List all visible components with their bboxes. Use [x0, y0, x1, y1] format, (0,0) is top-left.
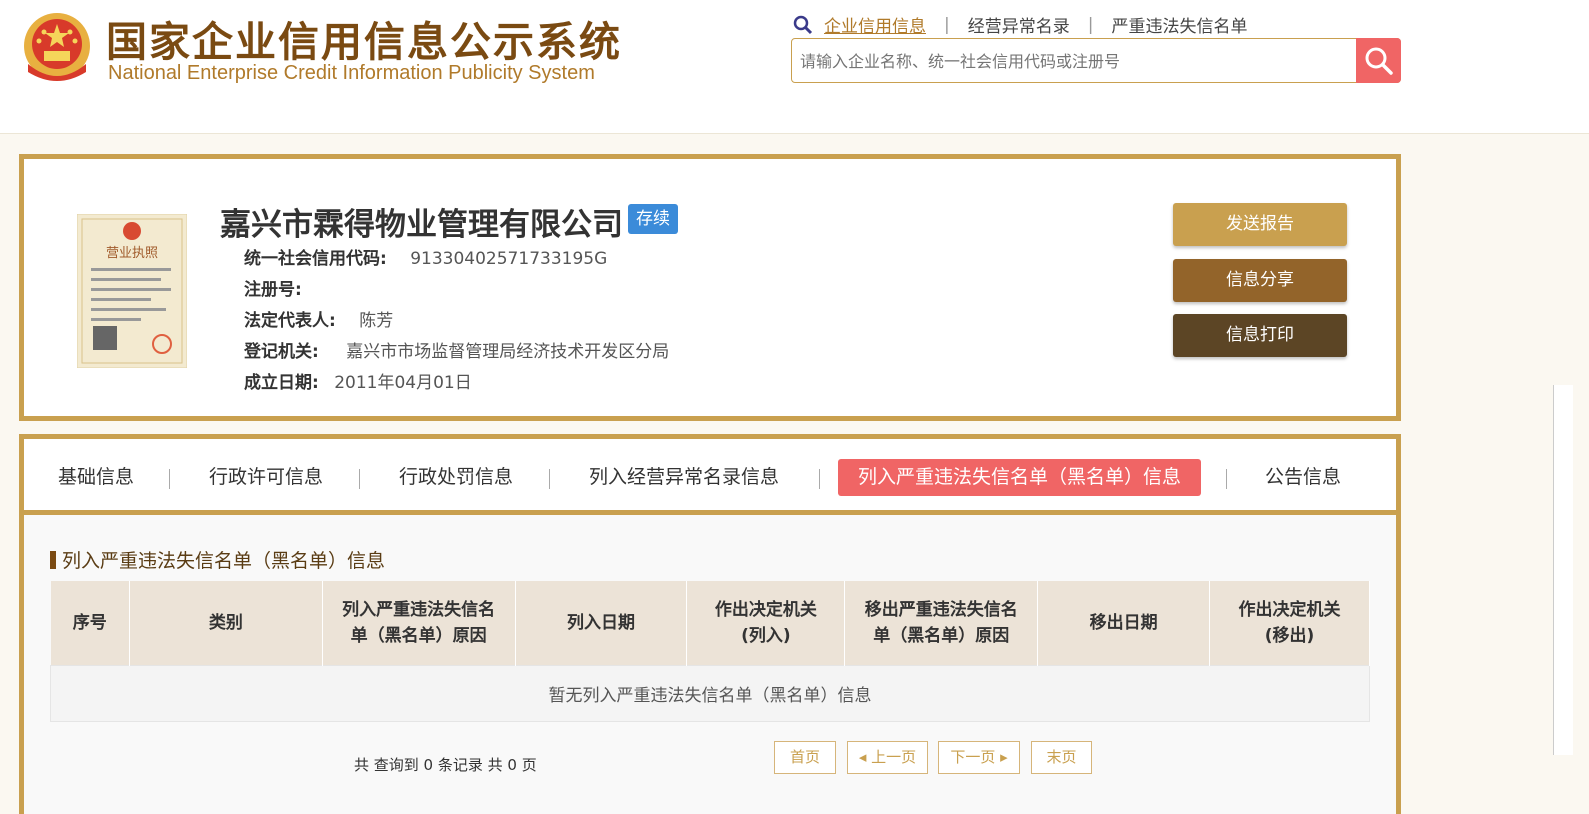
share-info-button[interactable]: 信息分享 [1173, 259, 1347, 302]
credit-code-row: 统一社会信用代码: 91330402571733195G [244, 244, 607, 269]
founded-row: 成立日期: 2011年04月01日 [244, 368, 472, 393]
status-badge: 存续 [628, 204, 678, 234]
founded-value: 2011年04月01日 [334, 373, 472, 393]
side-floating-panel [1553, 385, 1573, 755]
nav-link-blacklist[interactable]: 严重违法失信名单 [1111, 12, 1247, 37]
column-header: 作出决定机关(列入) [686, 581, 846, 665]
credit-code-label: 统一社会信用代码: [244, 249, 387, 269]
credit-code-value: 91330402571733195G [410, 249, 608, 269]
authority-value: 嘉兴市市场监督管理局经济技术开发区分局 [346, 342, 670, 362]
search-icon [1365, 47, 1393, 75]
national-emblem-icon [24, 13, 90, 81]
section-title-text: 列入严重违法失信名单（黑名单）信息 [62, 550, 386, 572]
reg-number-row: 注册号: [244, 275, 302, 300]
tab-divider [1226, 469, 1227, 489]
business-license-icon: 营业执照 [77, 214, 187, 368]
tab-announcements[interactable]: 公告信息 [1265, 459, 1341, 496]
nav-divider: | [944, 14, 950, 35]
tab-basic-info[interactable]: 基础信息 [58, 459, 134, 496]
authority-row: 登记机关: 嘉兴市市场监督管理局经济技术开发区分局 [244, 337, 669, 362]
tab-blacklist[interactable]: 列入严重违法失信名单（黑名单）信息 [838, 459, 1202, 496]
tab-admin-permit[interactable]: 行政许可信息 [209, 459, 323, 496]
nav-link-abnormal-list[interactable]: 经营异常名录 [968, 12, 1070, 37]
search-button[interactable] [1356, 38, 1401, 83]
send-report-button[interactable]: 发送报告 [1173, 203, 1347, 246]
legal-rep-row: 法定代表人: 陈芳 [244, 306, 393, 331]
record-count: 共 查询到 0 条记录 共 0 页 [354, 756, 537, 774]
tab-admin-penalty[interactable]: 行政处罚信息 [399, 459, 513, 496]
site-header: 国家企业信用信息公示系统 National Enterprise Credit … [0, 0, 1589, 134]
site-subtitle: National Enterprise Credit Information P… [108, 62, 595, 84]
company-card: 营业执照 嘉兴市霖得物业管理有限公司 存续 统一社会信用代码: 91330402… [19, 154, 1401, 421]
column-header: 移出严重违法失信名单（黑名单）原因 [844, 581, 1039, 665]
nav-divider: | [1087, 14, 1094, 35]
prev-page-button[interactable]: ◂ 上一页 [847, 741, 928, 774]
table-header-row: 序号 类别 列入严重违法失信名单（黑名单）原因 列入日期 作出决定机关(列入) … [50, 581, 1370, 665]
founded-label: 成立日期: [244, 373, 319, 393]
column-header: 作出决定机关(移出) [1209, 581, 1370, 665]
nav-link-credit-info[interactable]: 企业信用信息 [824, 12, 926, 37]
tab-divider [169, 469, 170, 489]
column-header: 列入严重违法失信名单（黑名单）原因 [322, 581, 516, 665]
column-header: 移出日期 [1037, 581, 1211, 665]
table-row: 暂无列入严重违法失信名单（黑名单）信息 [50, 664, 1370, 722]
reg-number-label: 注册号: [244, 280, 302, 300]
print-info-button[interactable]: 信息打印 [1173, 314, 1347, 357]
section-marker [50, 551, 56, 569]
tab-bar: 基础信息 行政许可信息 行政处罚信息 列入经营异常名录信息 列入严重违法失信名单… [24, 439, 1396, 515]
authority-label: 登记机关: [244, 342, 319, 362]
site-title: 国家企业信用信息公示系统 [106, 18, 622, 66]
next-page-button[interactable]: 下一页 ▸ [938, 741, 1020, 774]
next-page-label: 下一页 [950, 748, 996, 766]
company-name: 嘉兴市霖得物业管理有限公司 [220, 207, 623, 243]
section-title: 列入严重违法失信名单（黑名单）信息 [50, 546, 385, 573]
column-header: 列入日期 [515, 581, 688, 665]
blacklist-table: 序号 类别 列入严重违法失信名单（黑名单）原因 列入日期 作出决定机关(列入) … [50, 581, 1370, 722]
column-header: 类别 [129, 581, 323, 665]
tab-divider [549, 469, 550, 489]
empty-message: 暂无列入严重违法失信名单（黑名单）信息 [50, 664, 1370, 722]
prev-page-label: 上一页 [871, 748, 917, 766]
search-icon [793, 15, 813, 34]
legal-rep-value: 陈芳 [359, 311, 394, 331]
tab-abnormal-list[interactable]: 列入经营异常名录信息 [589, 459, 779, 496]
top-nav: 企业信用信息 | 经营异常名录 | 严重违法失信名单 [792, 12, 1247, 37]
last-page-button[interactable]: 末页 [1031, 741, 1092, 774]
info-panel: 基础信息 行政许可信息 行政处罚信息 列入经营异常名录信息 列入严重违法失信名单… [19, 434, 1401, 814]
first-page-button[interactable]: 首页 [774, 741, 836, 774]
legal-rep-label: 法定代表人: [244, 311, 336, 331]
license-title: 营业执照 [106, 246, 158, 261]
column-header: 序号 [50, 581, 130, 665]
search-box [791, 38, 1401, 83]
search-input[interactable] [800, 47, 1350, 75]
tab-divider [359, 469, 360, 489]
tab-divider [819, 469, 820, 489]
